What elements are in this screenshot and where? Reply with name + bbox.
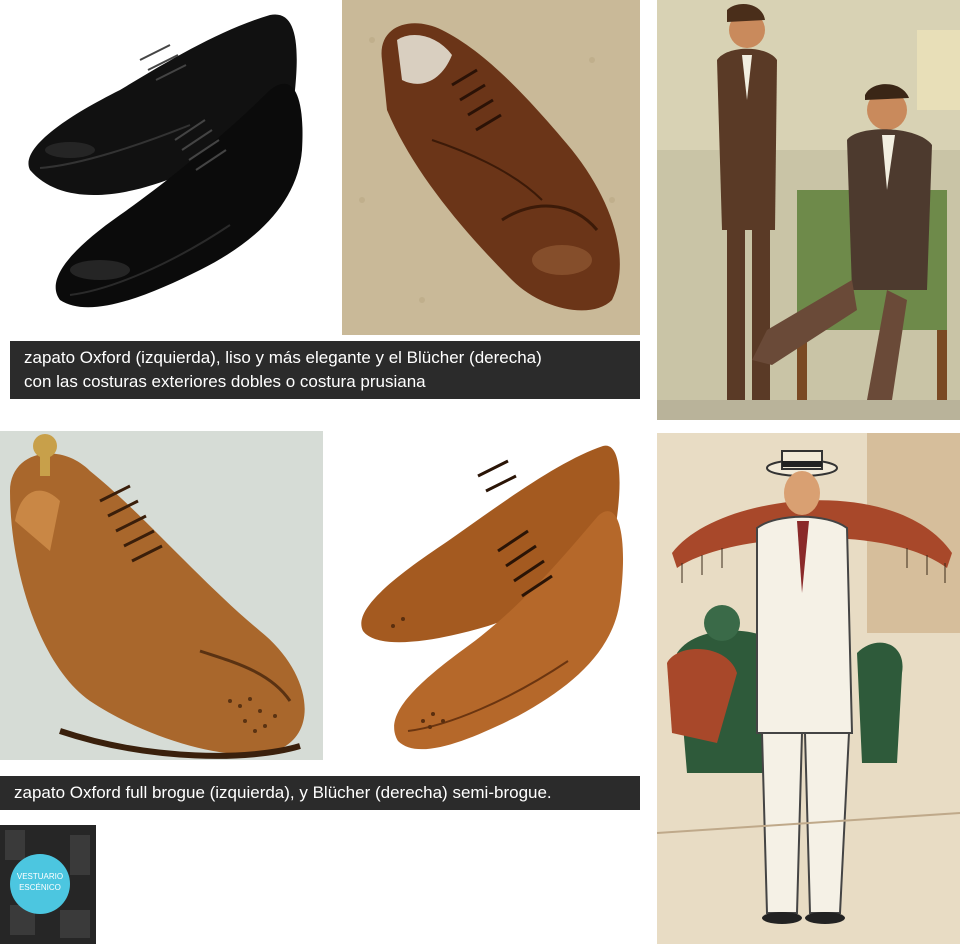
brown-semi-brogue-shoes-photo (338, 431, 640, 760)
top-caption-line-1: zapato Oxford (izquierda), liso y más el… (24, 348, 542, 367)
logo-text-line-2: ESCÉNICO (19, 883, 61, 892)
black-oxford-shoes-photo (0, 0, 335, 335)
vestuario-escenico-logo: VESTUARIO ESCÉNICO (0, 825, 96, 944)
man-white-suit-illustration (657, 433, 960, 944)
vintage-men-illustration (657, 0, 960, 420)
brown-blucher-shoe-photo (342, 0, 640, 335)
top-caption-line-2: con las costuras exteriores dobles o cos… (24, 372, 426, 391)
bottom-caption: zapato Oxford full brogue (izquierda), y… (0, 776, 640, 810)
top-caption: zapato Oxford (izquierda), liso y más el… (10, 341, 640, 399)
bottom-caption-text: zapato Oxford full brogue (izquierda), y… (14, 783, 552, 802)
tan-full-brogue-shoe-photo (0, 431, 323, 760)
logo-text-line-1: VESTUARIO (16, 872, 64, 881)
